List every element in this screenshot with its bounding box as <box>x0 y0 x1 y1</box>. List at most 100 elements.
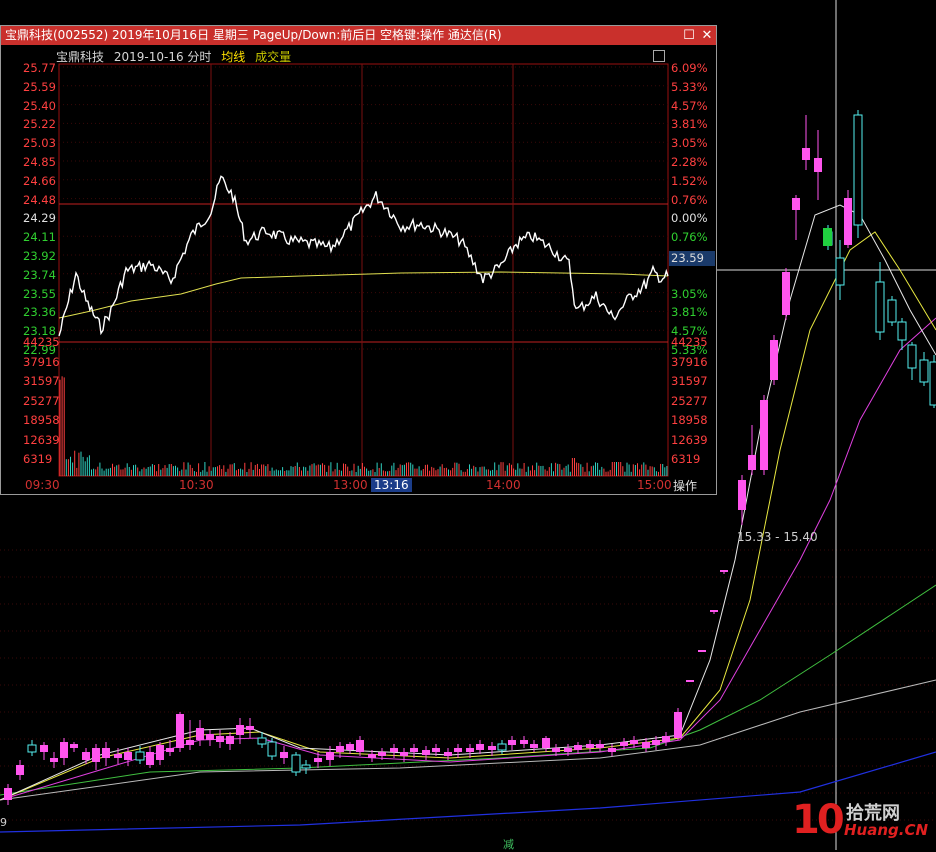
volume-tick: 25277 <box>671 393 708 408</box>
candle-body <box>919 359 929 383</box>
candle-body <box>454 748 462 752</box>
percent-tick: 3.81% <box>671 117 708 132</box>
left-edge-digit: 9 <box>0 816 7 829</box>
candle-body <box>410 748 418 752</box>
candle-body <box>897 321 907 341</box>
intraday-popup[interactable]: 宝鼎科技(002552) 2019年10月16日 星期三 PageUp/Down… <box>0 25 717 495</box>
candle-body <box>4 788 12 800</box>
candle-body <box>257 737 267 745</box>
candle-body <box>422 750 430 755</box>
time-cursor: 13:16 <box>371 478 412 492</box>
time-axis: 09:30 10:30 13:00 13:16 14:00 15:00 <box>1 477 716 494</box>
candle-body <box>280 752 288 758</box>
ma-gray-line <box>0 679 936 801</box>
volume-tick: 37916 <box>671 354 708 369</box>
candle-body <box>887 299 897 323</box>
candle-body <box>497 743 507 751</box>
percent-tick: 3.05% <box>671 136 708 151</box>
candle-body <box>466 748 474 752</box>
price-tick: 25.40 <box>23 98 56 113</box>
price-tick: 25.03 <box>23 136 56 151</box>
price-tick: 24.48 <box>23 192 56 207</box>
candle-body <box>267 741 277 757</box>
percent-tick: 2.28% <box>671 155 708 169</box>
candle-body <box>146 752 154 765</box>
candle-body <box>674 712 682 738</box>
volume-tick: 6319 <box>671 452 701 466</box>
price-tick: 24.66 <box>23 173 56 188</box>
candle-body-green <box>823 228 832 246</box>
candle-body <box>60 742 68 758</box>
candle-body <box>662 736 670 742</box>
percent-tick: 3.81% <box>671 305 708 320</box>
candle-body <box>356 740 364 752</box>
volume-tick: 12639 <box>23 432 60 447</box>
candle-body <box>508 740 516 745</box>
volume-tick: 31597 <box>671 374 708 388</box>
volume-tick: 18958 <box>671 413 708 427</box>
percent-tick: 6.09% <box>671 61 708 75</box>
candle-body <box>156 745 164 760</box>
candle-body <box>400 752 408 756</box>
operate-button[interactable]: 操作 <box>673 477 697 494</box>
candle-body <box>378 752 386 756</box>
volume-tick: 44235 <box>671 335 708 349</box>
candle-body <box>530 744 538 748</box>
candle-body <box>929 361 936 406</box>
volume-tick: 37916 <box>23 354 60 369</box>
candle-body <box>236 725 244 735</box>
candle-body <box>686 680 694 682</box>
candle-body <box>186 740 194 745</box>
price-tick: 23.92 <box>23 249 56 263</box>
candle-body <box>853 114 863 226</box>
candle-body <box>586 744 594 748</box>
candle-body <box>432 748 440 752</box>
percent-tick: 1.52% <box>671 173 708 188</box>
time-tick: 15:00 <box>637 478 672 492</box>
price-tick: 23.36 <box>23 305 56 320</box>
candle-body <box>760 400 768 470</box>
volume-tick: 18958 <box>23 413 60 427</box>
candle-body <box>814 158 822 172</box>
time-tick: 13:00 <box>333 478 368 492</box>
current-price-box: 23.59 <box>669 251 715 266</box>
volume-tick: 12639 <box>671 432 708 447</box>
percent-tick: 4.57% <box>671 98 708 113</box>
candle-body <box>176 714 184 748</box>
volume-tick: 25277 <box>23 393 60 408</box>
price-tick: 24.11 <box>23 230 56 245</box>
candle-body <box>166 748 174 752</box>
candle-body <box>206 734 214 740</box>
candle-body <box>748 455 756 470</box>
candle-body <box>642 742 650 748</box>
candle-body <box>114 754 122 758</box>
percent-tick: 3.05% <box>671 286 708 301</box>
time-tick: 10:30 <box>179 478 214 492</box>
candle-body <box>875 281 885 333</box>
watermark-number: 10 <box>792 797 845 843</box>
candle-body <box>16 765 24 775</box>
candle-body <box>291 754 301 773</box>
watermark-url: Huang.CN <box>844 821 929 839</box>
candle-body <box>552 748 560 752</box>
candle-body <box>102 748 110 758</box>
candle-body <box>326 752 334 760</box>
price-tick: 25.22 <box>23 117 56 132</box>
candle-body <box>770 340 778 380</box>
percent-tick: 0.76% <box>671 230 708 245</box>
percent-tick: 0.00% <box>671 211 708 226</box>
candle-body <box>792 198 800 210</box>
price-line <box>58 175 669 337</box>
candle-body <box>652 740 660 745</box>
price-tick: 25.77 <box>23 61 56 75</box>
candle-body <box>27 744 37 753</box>
watermark-logo: 10 拾荒网 Huang.CN <box>792 797 932 847</box>
intraday-chart <box>58 63 669 477</box>
candle-body <box>574 745 582 750</box>
candle-body <box>336 746 344 752</box>
candle-body <box>301 764 311 769</box>
candle-body <box>520 740 528 744</box>
candle-body <box>226 736 234 744</box>
candle-body <box>802 148 810 160</box>
price-tick: 24.29 <box>23 211 56 226</box>
